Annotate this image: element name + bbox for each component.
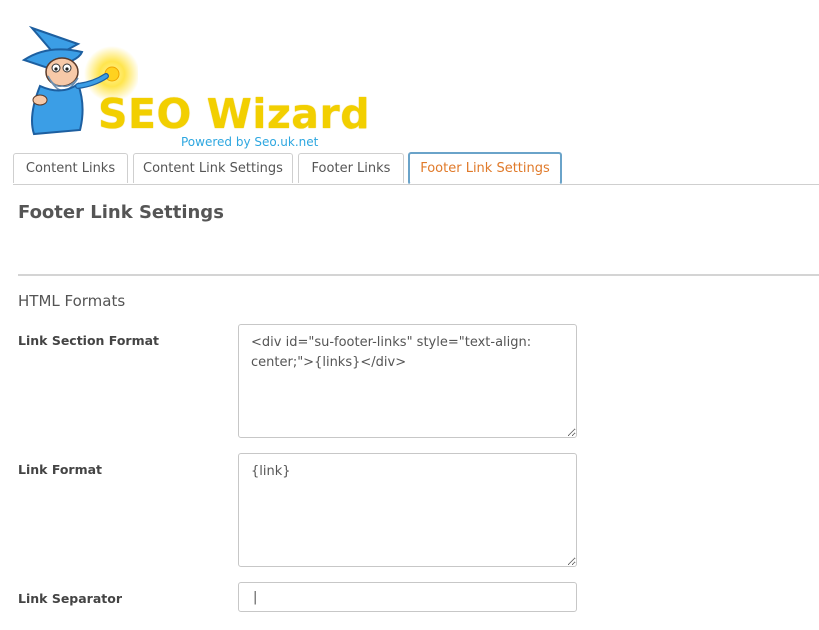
link-section-format-field[interactable]: <div id="su-footer-links" style="text-al…: [238, 324, 577, 438]
link-separator-field[interactable]: [238, 582, 577, 612]
link-format-label: Link Format: [18, 462, 103, 477]
logo-title: SEO Wizard: [98, 90, 371, 138]
tab-footer-link-settings[interactable]: Footer Link Settings: [408, 152, 562, 185]
seo-wizard-logo: SEO Wizard Powered by Seo.uk.net: [18, 26, 370, 152]
tab-content-links[interactable]: Content Links: [13, 153, 128, 183]
tab-content-link-settings[interactable]: Content Link Settings: [133, 153, 293, 183]
tab-footer-links[interactable]: Footer Links: [298, 153, 404, 183]
tab-divider: [13, 184, 819, 185]
page-title: Footer Link Settings: [18, 202, 224, 223]
link-section-format-label: Link Section Format: [18, 333, 160, 348]
section-divider: [18, 274, 819, 276]
link-separator-label: Link Separator: [18, 591, 123, 606]
logo-subtitle: Powered by Seo.uk.net: [181, 135, 319, 149]
section-heading: HTML Formats: [18, 292, 126, 310]
link-format-field[interactable]: {link}: [238, 453, 577, 567]
